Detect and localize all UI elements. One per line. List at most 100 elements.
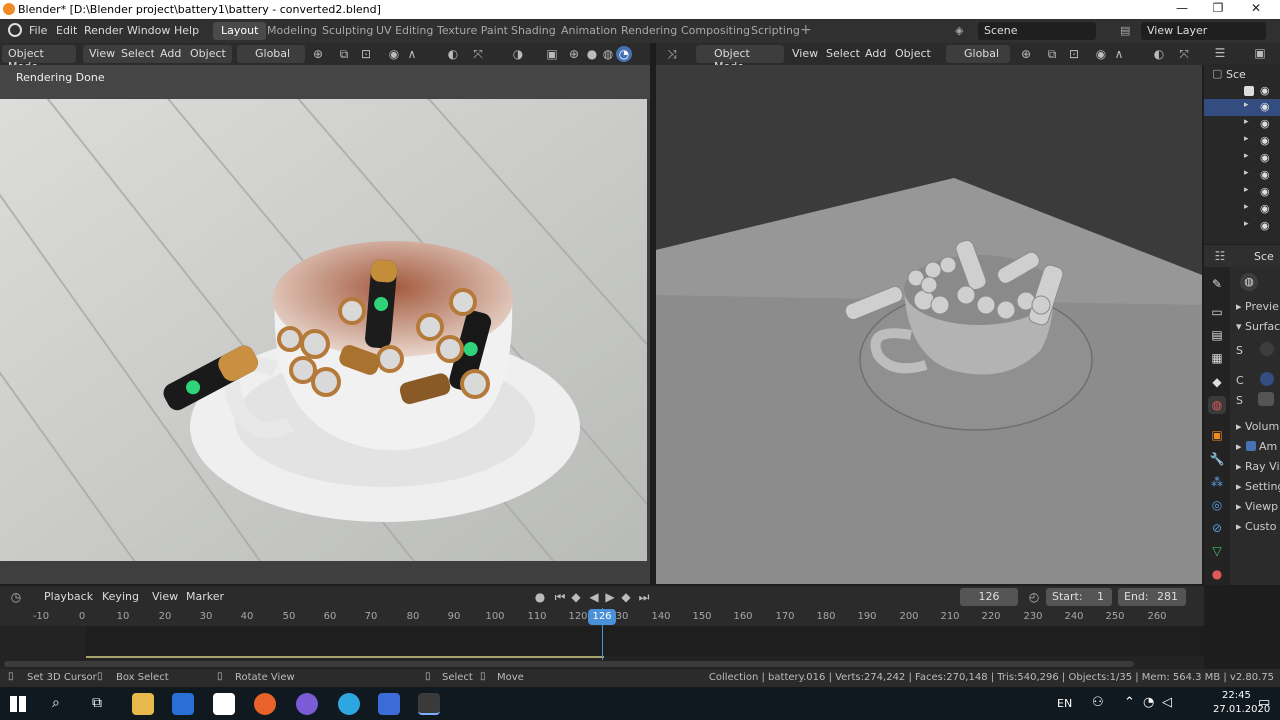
- network-icon[interactable]: ◔: [1143, 695, 1154, 710]
- outliner-collection-row[interactable]: ◉: [1204, 83, 1280, 100]
- panel-preview[interactable]: ▸ Previe: [1236, 300, 1279, 313]
- search-icon[interactable]: ⌕: [52, 695, 60, 711]
- expand-icon[interactable]: ▸: [1244, 168, 1249, 178]
- ao-checkbox[interactable]: [1246, 441, 1256, 451]
- jump-end-icon[interactable]: ⏭: [636, 589, 652, 605]
- timeline-editor-type-icon[interactable]: ◷: [8, 589, 24, 605]
- close-button[interactable]: ✕: [1238, 1, 1274, 15]
- blender-menu-icon[interactable]: [8, 23, 22, 37]
- right-menu-add[interactable]: Add: [859, 45, 892, 63]
- panel-ray-visibility[interactable]: ▸ Ray Vi: [1236, 460, 1280, 473]
- outliner-editor-type-icon[interactable]: ☰: [1212, 45, 1228, 61]
- timeline-menu-marker[interactable]: Marker: [180, 588, 230, 606]
- timeline-menu-playback[interactable]: Playback: [38, 588, 99, 606]
- object-eye-icon[interactable]: ◉: [1260, 185, 1270, 198]
- language-indicator[interactable]: EN: [1057, 697, 1072, 710]
- start-frame-field[interactable]: Start: 1: [1046, 588, 1112, 606]
- outliner-object-row[interactable]: ▸ ◉: [1204, 150, 1280, 167]
- expand-icon[interactable]: ▸: [1244, 117, 1249, 127]
- expand-icon[interactable]: ▸: [1244, 134, 1249, 144]
- right-editor-type-icon[interactable]: ⤨: [664, 46, 680, 62]
- properties-editor-type-icon[interactable]: ☷: [1212, 248, 1228, 264]
- right-menu-object[interactable]: Object: [889, 45, 937, 63]
- modifier-tab-icon[interactable]: 🔧: [1208, 450, 1226, 468]
- volume-icon[interactable]: ◁: [1162, 695, 1172, 710]
- firefox-icon[interactable]: [254, 693, 276, 715]
- right-mode-selector[interactable]: Object Mode: [696, 45, 784, 73]
- object-eye-icon[interactable]: ◉: [1260, 219, 1270, 232]
- panel-settings[interactable]: ▸ Setting: [1236, 480, 1280, 493]
- notifications-icon[interactable]: ▭: [1258, 695, 1270, 710]
- prev-keyframe-icon[interactable]: ◆: [568, 589, 584, 605]
- left-gizmo-icon[interactable]: ⤧: [470, 46, 486, 62]
- left-rendered-icon[interactable]: ◔: [616, 46, 632, 62]
- collection-eye-icon[interactable]: ◉: [1260, 84, 1270, 97]
- timeline-scrollbar[interactable]: [4, 661, 1134, 667]
- play-reverse-icon[interactable]: ◀: [586, 589, 602, 605]
- right-visibility-icon[interactable]: ◐: [1151, 46, 1167, 62]
- left-menu-object[interactable]: Object: [184, 45, 232, 63]
- outliner-object-row[interactable]: ▸ ◉: [1204, 167, 1280, 184]
- play-icon[interactable]: ▶: [602, 589, 618, 605]
- right-falloff-icon[interactable]: ∧: [1111, 46, 1127, 62]
- tray-chevron-icon[interactable]: ⌃: [1124, 695, 1135, 710]
- jump-start-icon[interactable]: ⏮: [552, 589, 568, 605]
- expand-icon[interactable]: ▸: [1244, 219, 1249, 229]
- right-viewport-solid[interactable]: [656, 65, 1202, 584]
- expand-icon[interactable]: ▸: [1244, 100, 1249, 110]
- minimize-button[interactable]: —: [1164, 1, 1200, 15]
- maximize-button[interactable]: ❐: [1200, 1, 1236, 15]
- left-mode-selector[interactable]: Object Mode: [2, 45, 76, 73]
- store-icon[interactable]: [172, 693, 194, 715]
- blender-taskbar-icon[interactable]: [418, 693, 440, 715]
- left-pivot-icon[interactable]: ⊕: [310, 46, 326, 62]
- expand-icon[interactable]: ▸: [1244, 185, 1249, 195]
- output-tab-icon[interactable]: ▤: [1208, 326, 1226, 344]
- object-eye-icon[interactable]: ◉: [1260, 202, 1270, 215]
- object-eye-icon[interactable]: ◉: [1260, 134, 1270, 147]
- left-overlay-icon[interactable]: ◑: [510, 46, 526, 62]
- left-xray-icon[interactable]: ▣: [544, 46, 560, 62]
- timeline-menu-view[interactable]: View: [146, 588, 184, 606]
- right-menu-view[interactable]: View: [786, 45, 824, 63]
- outliner-object-row[interactable]: ▸ ◉: [1204, 133, 1280, 150]
- menu-window[interactable]: Window: [127, 24, 170, 37]
- surface-socket[interactable]: [1260, 342, 1274, 356]
- left-visibility-icon[interactable]: ◐: [445, 46, 461, 62]
- menu-file[interactable]: File: [29, 24, 47, 37]
- left-wireframe-icon[interactable]: ⊕: [566, 46, 582, 62]
- view-layer-icon[interactable]: ▤: [1120, 24, 1130, 37]
- object-eye-icon[interactable]: ◉: [1260, 168, 1270, 181]
- expand-icon[interactable]: ▸: [1244, 151, 1249, 161]
- right-orientation-selector[interactable]: Global: [946, 45, 1010, 63]
- task-view-icon[interactable]: ⧉: [92, 695, 102, 711]
- timeline-editor[interactable]: ◷ Playback Keying View Marker ● ⏮ ◆ ◀ ▶ …: [0, 586, 1204, 670]
- right-snap-icon[interactable]: ⧉: [1044, 46, 1060, 62]
- object-eye-icon[interactable]: ◉: [1260, 117, 1270, 130]
- constraints-tab-icon[interactable]: ⊘: [1208, 519, 1226, 537]
- mail-icon[interactable]: [213, 693, 235, 715]
- left-menu-add[interactable]: Add: [154, 45, 188, 63]
- material-tab-icon[interactable]: ●: [1208, 565, 1226, 583]
- playhead-frame-label[interactable]: 126: [588, 609, 616, 625]
- outliner-panel[interactable]: ☰ ▣ ▢ Sce ◉ ▸ ◉ ▸ ◉ ▸ ◉ ▸ ◉ ▸ ◉ ▸ ◉ ▸ ◉ ▸ ◉: [1204, 43, 1280, 244]
- object-tab-icon[interactable]: ▣: [1208, 426, 1226, 444]
- collection-checkbox[interactable]: [1244, 86, 1254, 96]
- panel-surface[interactable]: ▾ Surfac: [1236, 320, 1280, 333]
- outliner-object-row[interactable]: ▸ ◉: [1204, 201, 1280, 218]
- left-solid-icon[interactable]: ●: [584, 46, 600, 62]
- panel-viewport-display[interactable]: ▸ Viewp: [1236, 500, 1278, 513]
- left-viewport-render[interactable]: Rendering Done: [0, 65, 650, 584]
- tool-tab-icon[interactable]: ✎: [1208, 275, 1226, 293]
- save-app-icon[interactable]: [378, 693, 400, 715]
- outliner-object-row[interactable]: ▸ ◉: [1204, 184, 1280, 201]
- menu-edit[interactable]: Edit: [56, 24, 77, 37]
- render-tab-icon[interactable]: ▭: [1208, 303, 1226, 321]
- current-frame-field[interactable]: 126: [960, 588, 1018, 606]
- add-workspace-icon[interactable]: +: [800, 22, 812, 38]
- scene-selector[interactable]: Scene: [978, 22, 1096, 40]
- left-snap-icon[interactable]: ⧉: [336, 46, 352, 62]
- panel-ambient-occlusion[interactable]: ▸ Am: [1236, 440, 1277, 453]
- data-tab-icon[interactable]: ▽: [1208, 542, 1226, 560]
- viber-icon[interactable]: [296, 693, 318, 715]
